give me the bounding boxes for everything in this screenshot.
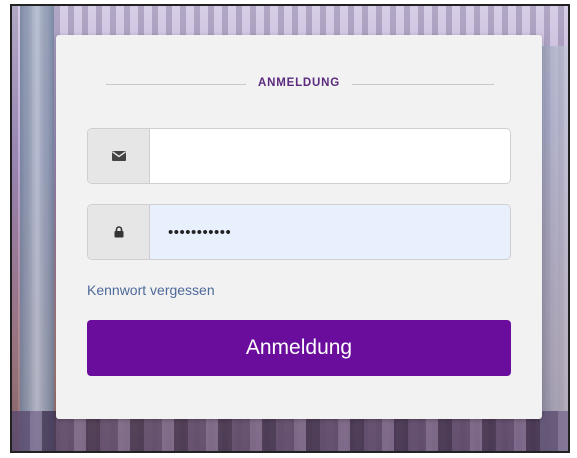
background-skyscraper <box>540 46 568 451</box>
email-input-group <box>87 128 511 184</box>
login-card: ANMELDUNG ••••••••••• Kennwort vergessen… <box>56 35 542 419</box>
title-divider-left <box>106 84 246 85</box>
envelope-icon <box>88 129 150 183</box>
background-skyscraper <box>20 6 54 451</box>
email-input[interactable] <box>150 129 510 183</box>
forgot-password-link[interactable]: Kennwort vergessen <box>87 282 215 298</box>
password-input-group: ••••••••••• <box>87 204 511 260</box>
password-input[interactable]: ••••••••••• <box>150 205 510 259</box>
login-title: ANMELDUNG <box>258 77 340 89</box>
title-divider-right <box>352 84 494 85</box>
lock-icon <box>88 205 150 259</box>
login-button[interactable]: Anmeldung <box>87 320 511 376</box>
